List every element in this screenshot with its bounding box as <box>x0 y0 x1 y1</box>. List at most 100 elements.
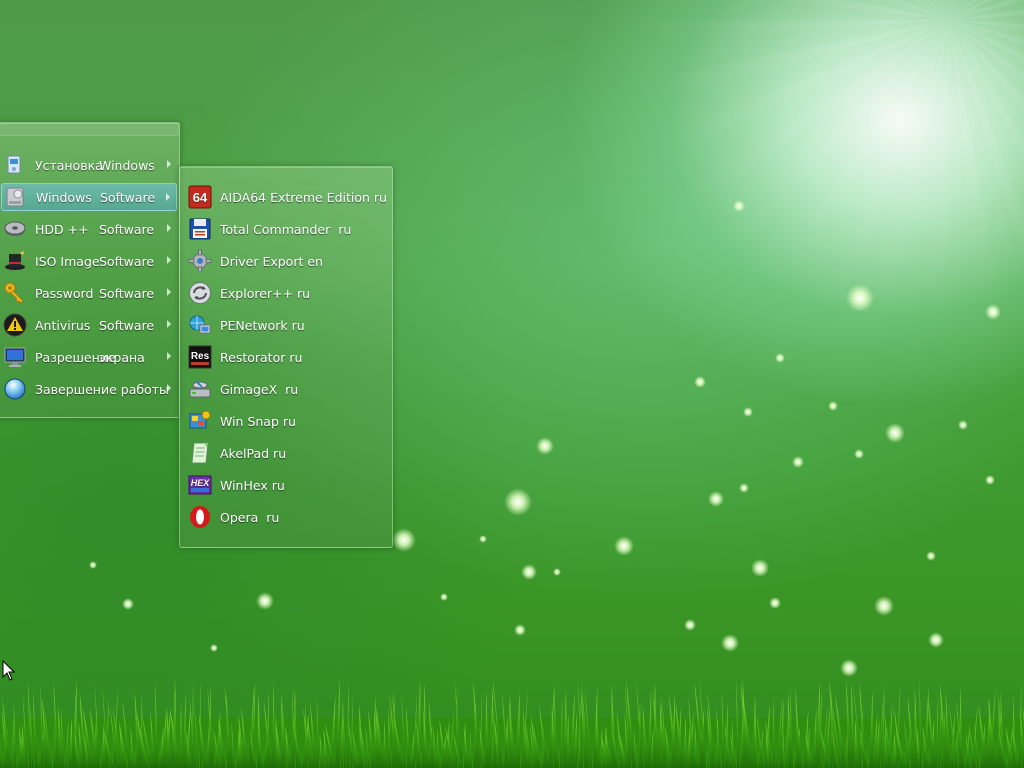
floppy-disk-icon <box>188 217 212 241</box>
restorator-icon: Res <box>188 345 212 369</box>
menu-item-label: Password <box>35 285 94 301</box>
submenu-item-opera[interactable]: Opera ru <box>184 503 388 531</box>
sparkle-dot <box>926 551 936 561</box>
sparkle-dot <box>122 598 134 610</box>
menu-item-label-secondary: Software <box>99 221 155 237</box>
menu-item-label-secondary: Software <box>99 317 155 333</box>
aida64-icon: 64 <box>188 185 212 209</box>
sparkle-dot <box>553 568 561 576</box>
sparkle-dot <box>743 407 753 417</box>
sparkle-dot <box>684 619 696 631</box>
menu-item-label: Windows <box>36 189 92 205</box>
menu-item-label: Установка <box>35 157 103 173</box>
sparkle-dot <box>739 483 749 493</box>
installer-icon <box>3 153 27 177</box>
submenu-item-label: Restorator ru <box>220 349 303 365</box>
sparkle-dot <box>751 559 769 577</box>
svg-text:Res: Res <box>191 351 210 362</box>
menu-item-label-secondary: экрана <box>99 349 145 365</box>
sparkle-dot <box>928 632 944 648</box>
grass-decoration <box>0 678 1024 768</box>
chevron-right-icon <box>167 160 171 168</box>
sparkle-dot <box>874 596 894 616</box>
menu-item-password-software[interactable]: Password Software <box>1 279 177 307</box>
menu-item-install-windows[interactable]: Установка Windows <box>1 151 177 179</box>
sparkle-dot <box>708 491 724 507</box>
monitor-icon <box>3 345 27 369</box>
sparkle-dot <box>392 528 416 552</box>
chevron-right-icon <box>167 320 171 328</box>
menu-item-shutdown[interactable]: Завершение работы <box>1 375 177 403</box>
menu-item-hdd-software[interactable]: HDD ++ Software <box>1 215 177 243</box>
sparkle-dot <box>614 536 634 556</box>
network-icon <box>188 313 212 337</box>
menu-item-label: HDD ++ <box>35 221 89 237</box>
submenu-item-label: Opera ru <box>220 509 280 525</box>
menu-item-label-secondary: Software <box>99 285 155 301</box>
submenu-item-explorer-plus-plus[interactable]: Explorer++ ru <box>184 279 388 307</box>
submenu-item-label: Win Snap ru <box>220 413 296 429</box>
winhex-icon: HEX <box>188 473 212 497</box>
sparkle-dot <box>536 437 554 455</box>
sparkle-dot <box>854 449 864 459</box>
submenu-item-label: AkelPad ru <box>220 445 287 461</box>
sparkle-dot <box>210 644 218 652</box>
main-menu-header <box>0 123 179 136</box>
desktop[interactable]: Установка Windows Windows Software HDD +… <box>0 0 1024 768</box>
sparkle-dot <box>985 304 1001 320</box>
drive-software-icon <box>4 185 28 209</box>
sparkle-dot <box>504 488 532 516</box>
submenu-item-akelpad[interactable]: AkelPad ru <box>184 439 388 467</box>
imaging-drive-icon <box>188 377 212 401</box>
submenu-item-label: PENetwork ru <box>220 317 305 333</box>
key-icon <box>3 281 27 305</box>
submenu-item-restorator[interactable]: Res Restorator ru <box>184 343 388 371</box>
submenu-item-label: Driver Export en <box>220 253 323 269</box>
submenu-item-winhex[interactable]: HEX WinHex ru <box>184 471 388 499</box>
mouse-cursor-icon <box>2 660 16 681</box>
submenu-item-gimagex[interactable]: GimageX ru <box>184 375 388 403</box>
chevron-right-icon <box>167 352 171 360</box>
main-menu: Установка Windows Windows Software HDD +… <box>0 122 180 418</box>
sparkle-dot <box>521 564 537 580</box>
menu-item-iso-image-software[interactable]: ISO Image Software <box>1 247 177 275</box>
menu-item-label-secondary: Windows <box>99 157 155 173</box>
magic-hat-icon <box>3 249 27 273</box>
sparkle-dot <box>769 597 781 609</box>
sparkle-dot <box>733 200 745 212</box>
chevron-right-icon <box>167 256 171 264</box>
sparkle-dot <box>885 423 905 443</box>
hard-disk-icon <box>3 217 27 241</box>
menu-item-screen-resolution[interactable]: Разрешение экрана <box>1 343 177 371</box>
submenu-item-label: Explorer++ ru <box>220 285 311 301</box>
menu-item-label-secondary: Software <box>100 189 156 205</box>
notepad-icon <box>188 441 212 465</box>
opera-icon <box>188 505 212 529</box>
svg-text:HEX: HEX <box>191 478 211 488</box>
menu-item-label: Завершение работы <box>35 381 169 397</box>
svg-text:64: 64 <box>193 190 208 205</box>
refresh-arrows-icon <box>188 281 212 305</box>
sparkle-dot <box>775 353 785 363</box>
snapshot-icon <box>188 409 212 433</box>
sparkle-dot <box>840 659 858 677</box>
menu-item-label-secondary: Software <box>99 253 155 269</box>
submenu-item-penetwork[interactable]: PENetwork ru <box>184 311 388 339</box>
shutdown-orb-icon <box>3 377 27 401</box>
sparkle-dot <box>985 475 995 485</box>
submenu-item-aida64[interactable]: 64 AIDA64 Extreme Edition ru <box>184 183 388 211</box>
submenu-item-label: WinHex ru <box>220 477 285 493</box>
submenu-item-driver-export[interactable]: Driver Export en <box>184 247 388 275</box>
menu-item-windows-software[interactable]: Windows Software <box>1 183 177 211</box>
menu-item-antivirus-software[interactable]: Antivirus Software <box>1 311 177 339</box>
sparkle-dot <box>828 401 838 411</box>
chevron-right-icon <box>166 193 170 201</box>
sparkle-dot <box>89 561 97 569</box>
submenu-item-total-commander[interactable]: Total Commander ru <box>184 215 388 243</box>
sparkle-dot <box>792 456 804 468</box>
menu-item-label: Antivirus <box>35 317 91 333</box>
chevron-right-icon <box>167 384 171 392</box>
submenu-item-win-snap[interactable]: Win Snap ru <box>184 407 388 435</box>
chevron-right-icon <box>167 288 171 296</box>
sparkle-dot <box>514 624 526 636</box>
